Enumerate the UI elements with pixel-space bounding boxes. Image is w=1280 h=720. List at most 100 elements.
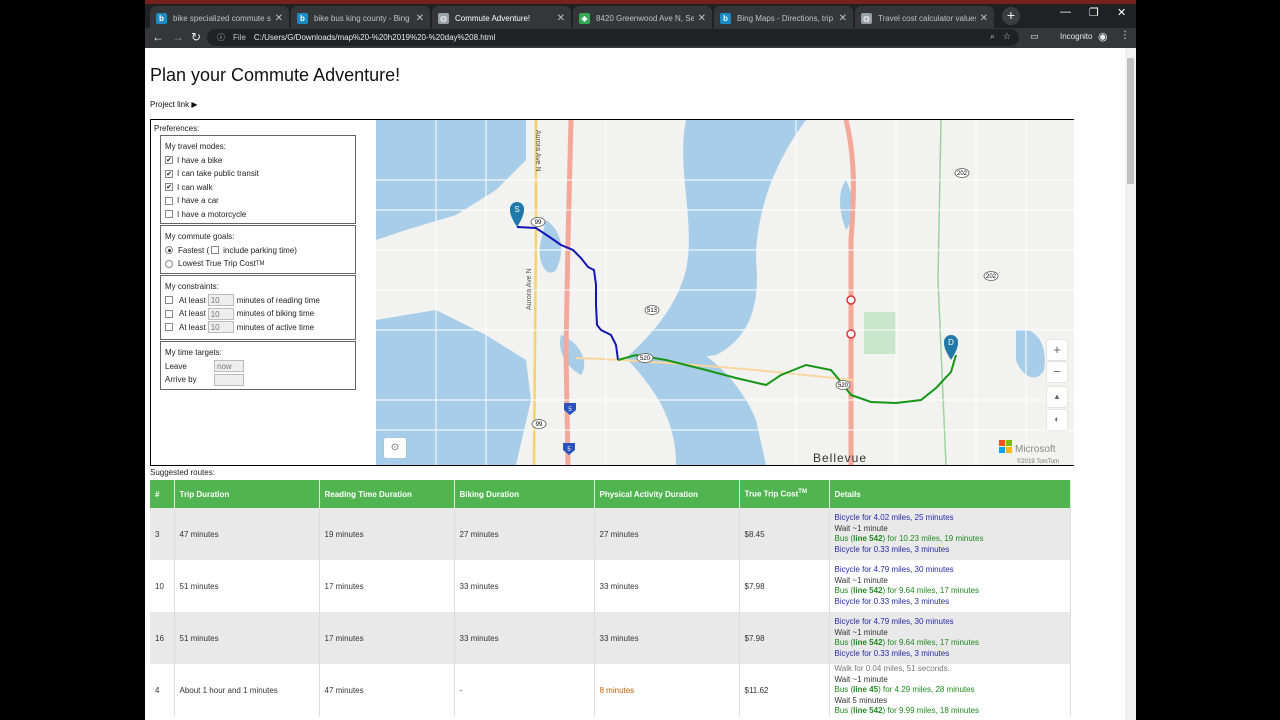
project-link[interactable]: Project link ▶ (150, 100, 198, 109)
travel-mode-option[interactable]: ✔ I can take public transit (165, 167, 355, 181)
tab-close-icon[interactable]: ✕ (980, 13, 988, 24)
travel-mode-option[interactable]: ✔ I can walk (165, 181, 355, 195)
map-style-button[interactable]: ◐ (1047, 410, 1067, 430)
col-reading-header[interactable]: Reading Time Duration (319, 480, 455, 508)
col-biking-header[interactable]: Biking Duration (454, 480, 595, 508)
zoom-out-button[interactable]: − (1047, 362, 1067, 382)
menu-icon[interactable]: ⋮ (1120, 30, 1130, 41)
back-icon[interactable]: ← (152, 30, 164, 44)
tab-close-icon[interactable]: ✕ (416, 13, 424, 24)
tab-3[interactable]: ◆ 8420 Greenwood Ave N, Seattle ✕ (573, 6, 712, 30)
incognito-icon[interactable]: ◉ (1098, 30, 1108, 43)
zoom-in-button[interactable]: + (1047, 340, 1067, 360)
constraints-heading: My constraints: (165, 282, 219, 292)
close-window-icon[interactable]: ✕ (1117, 6, 1126, 19)
shield-513-label: 513 (647, 308, 658, 314)
incognito-label[interactable]: Incognito (1060, 32, 1092, 41)
address-bar[interactable]: ⓘ File C:/Users/G/Downloads/map%20-%20h2… (207, 29, 1019, 46)
travel-mode-checkbox[interactable] (165, 210, 173, 219)
tab-0[interactable]: b bike specialized commute sep ✕ (150, 6, 289, 30)
travel-mode-label: I have a bike (177, 155, 223, 165)
bing-icon: b (297, 12, 308, 24)
col-cost-header[interactable]: True Trip CostTM (739, 480, 830, 508)
bus-step-prefix: Bus ( (834, 706, 854, 715)
travel-mode-option[interactable]: I have a car (165, 194, 355, 208)
trip-duration-cell: 51 minutes (174, 560, 320, 612)
pitch-button[interactable]: ▲ (1047, 387, 1067, 407)
fastest-radio[interactable] (165, 246, 173, 255)
travel-mode-checkbox[interactable]: ✔ (165, 156, 173, 165)
tab-close-icon[interactable]: ✕ (557, 13, 565, 24)
travel-mode-checkbox[interactable]: ✔ (165, 169, 173, 178)
extension-icon[interactable]: ▭ (1030, 31, 1039, 42)
new-tab-button[interactable]: + (1002, 7, 1020, 25)
microsoft-logo: Microsoft (999, 440, 1056, 455)
shield-520-label: 520 (640, 356, 651, 362)
address-prefix: File (233, 33, 246, 42)
travel-mode-option[interactable]: ✔ I have a bike (165, 154, 355, 168)
route-step-wait: Wait 5 minutes (834, 695, 888, 705)
reload-icon[interactable]: ↻ (191, 30, 201, 44)
travel-mode-checkbox[interactable]: ✔ (165, 183, 173, 192)
constraint-checkbox[interactable] (165, 309, 173, 318)
constraint-checkbox[interactable] (165, 323, 173, 332)
route-map[interactable]: 99 513 520 520 202 202 99 5 5 Aurora Ave… (376, 120, 1074, 465)
restore-icon[interactable]: ❐ (1089, 6, 1099, 19)
bookmark-star-icon[interactable]: ☆ (1003, 31, 1011, 42)
activity-duration-cell: 33 minutes (594, 560, 740, 612)
tab-2[interactable]: ◍ Commute Adventure! ✕ (432, 6, 571, 30)
col-trip-duration-header[interactable]: Trip Duration (174, 480, 320, 508)
travel-mode-option[interactable]: I have a motorcycle (165, 208, 355, 222)
goal-lowest-cost[interactable]: Lowest True Trip Cost TM (165, 257, 355, 271)
col-id-header[interactable]: # (150, 480, 175, 508)
tab-close-icon[interactable]: ✕ (839, 13, 847, 24)
zoom-icon[interactable]: ⌕ (990, 31, 995, 42)
route-step-bus: Bus (line 542) for 9.64 miles, 17 minute… (835, 586, 1071, 597)
goal-fastest[interactable]: Fastest ( include parking time) (165, 244, 355, 258)
table-row[interactable]: 10 51 minutes 17 minutes 33 minutes 33 minut… (150, 560, 1071, 612)
constraint-minutes-input[interactable]: 10 (207, 294, 234, 307)
route-step-wait: Wait ~1 minute (834, 674, 888, 684)
aurora-ave-road (532, 120, 538, 465)
col-activity-header[interactable]: Physical Activity Duration (594, 480, 740, 508)
col-details-header[interactable]: Details (829, 480, 1071, 508)
table-row[interactable]: 16 51 minutes 17 minutes 33 minutes 33 minut… (150, 612, 1071, 664)
map-canvas[interactable]: 99 513 520 520 202 202 99 5 5 Aurora Ave… (376, 120, 1074, 465)
constraint-minutes-input[interactable]: 10 (207, 307, 234, 320)
constraints-box: My constraints: At least 10 minutes of rea… (160, 275, 356, 340)
fastest-label: Fastest ( (178, 245, 210, 255)
scrollbar-thumb[interactable] (1127, 58, 1134, 184)
travel-mode-checkbox[interactable] (165, 196, 173, 205)
lowest-cost-radio[interactable] (165, 259, 173, 268)
activity-duration-cell: 8 minutes (594, 664, 740, 717)
locate-me-button[interactable]: ⊙ (384, 438, 406, 458)
table-row[interactable]: 3 47 minutes 19 minutes 27 minutes 27 minute… (150, 508, 1071, 560)
route-step-wait: Wait ~1 minute (834, 575, 888, 585)
route-step-walk: Walk for 0.04 miles, 51 seconds. (834, 664, 950, 673)
bus-step-suffix: ) for 10.23 miles, 19 minutes (882, 534, 984, 543)
table-row[interactable]: 4 About 1 hour and 1 minutes 47 minutes -8 … (150, 664, 1071, 717)
travel-mode-label: I can walk (177, 182, 213, 192)
constraint-suffix: minutes of active time (236, 322, 315, 332)
minimize-icon[interactable]: — (1060, 6, 1071, 18)
tab-5[interactable]: ◍ Travel cost calculator values ✕ (855, 6, 994, 30)
include-parking-checkbox[interactable] (211, 246, 220, 255)
tab-close-icon[interactable]: ✕ (275, 13, 283, 24)
aurora-ave-label-2: Aurora Ave N (526, 268, 533, 310)
info-icon[interactable]: ⓘ (217, 32, 225, 43)
forward-icon[interactable]: → (172, 30, 184, 44)
arrive-input[interactable] (214, 373, 244, 386)
tab-1[interactable]: b bike bus king county - Bing im ✕ (291, 6, 430, 30)
tab-close-icon[interactable]: ✕ (698, 13, 706, 24)
constraint-checkbox[interactable] (165, 296, 173, 305)
route-id-cell: 3 (150, 508, 175, 560)
browser-toolbar: ← → ↻ ⓘ File C:/Users/G/Downloads/map%20… (145, 28, 1136, 48)
reading-time-cell: 47 minutes (319, 664, 455, 717)
page-scrollbar[interactable] (1125, 48, 1136, 720)
page-title: Plan your Commute Adventure! (150, 65, 401, 85)
leave-input[interactable]: now (214, 360, 244, 373)
tab-4[interactable]: b Bing Maps - Directions, trip pla ✕ (714, 6, 853, 30)
bus-line-number: line 45 (853, 685, 879, 694)
constraint-minutes-input[interactable]: 10 (207, 321, 234, 334)
tab-strip: b bike specialized commute sep ✕ b bike bus … (145, 0, 1136, 30)
